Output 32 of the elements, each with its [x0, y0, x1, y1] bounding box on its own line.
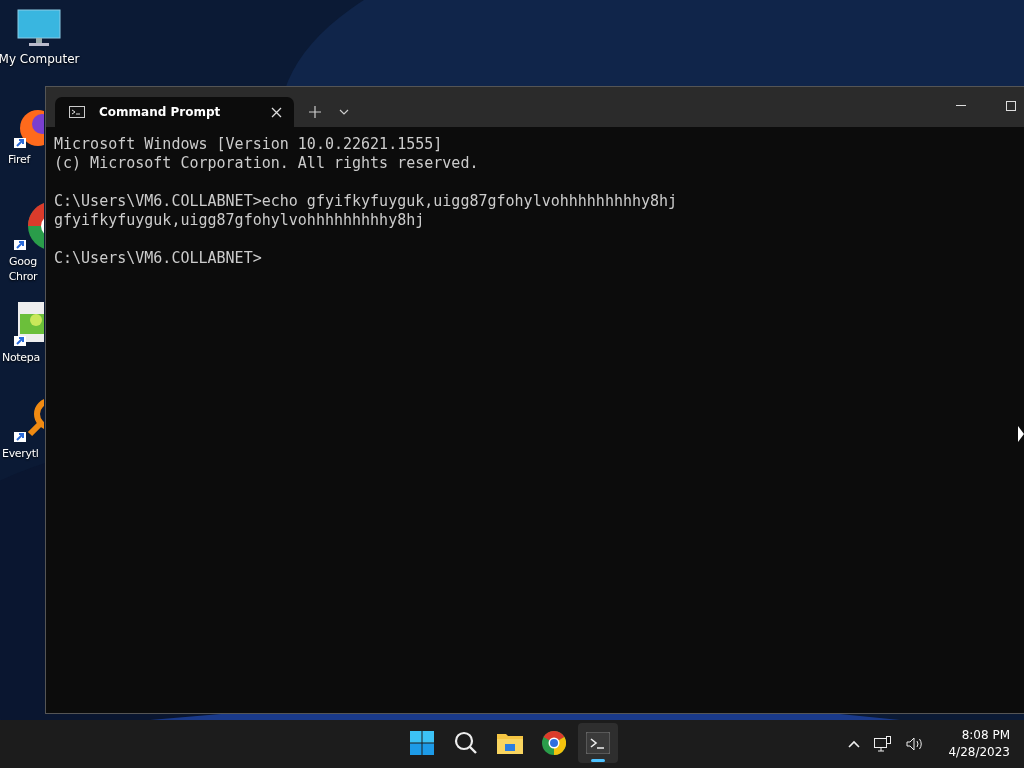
dropdown-icon[interactable]	[339, 109, 349, 115]
monitor-icon[interactable]	[16, 8, 62, 48]
maximize-icon[interactable]	[1006, 101, 1016, 111]
clock-date[interactable]: 4/28/2023	[948, 744, 1010, 761]
new-tab-icon[interactable]	[309, 106, 321, 118]
icon-label: Firef	[8, 152, 30, 167]
icon-label: Everytl	[2, 446, 39, 461]
taskbar-app-button[interactable]	[578, 723, 618, 763]
clock-time[interactable]: 8:08 PM	[961, 727, 1010, 744]
terminal-tab[interactable]: Command Prompt	[55, 97, 294, 127]
console-line: Microsoft Windows [Version 10.0.22621.1555]	[54, 135, 444, 154]
console-line: C:\Users\VM6.COLLABNET>	[54, 249, 263, 268]
console-line: (c) Microsoft Corporation. All rights reserved.	[54, 154, 480, 173]
minimize-icon[interactable]	[956, 105, 966, 107]
close-icon[interactable]	[271, 106, 282, 118]
icon-label: Notepa	[2, 350, 40, 365]
chevron-up-icon[interactable]	[848, 740, 861, 748]
console-line: C:\Users\VM6.COLLABNET>echo gfyifkyfuyguk,uigg87gfohylvohhhhhhhhhy8hj	[54, 192, 679, 211]
folder-icon	[497, 732, 523, 754]
icon-label: Goog Chror	[7, 254, 39, 284]
terminal-icon	[586, 732, 610, 754]
search-icon	[454, 731, 478, 755]
mouse-pointer-icon	[1018, 426, 1024, 442]
chrome-icon	[542, 731, 566, 755]
windows-logo-icon	[410, 731, 434, 755]
console-line: gfyifkyfuyguk,uigg87gfohylvohhhhhhhhhy8hj	[54, 211, 426, 230]
icon-label: My Computer	[0, 52, 80, 66]
volume-icon[interactable]	[906, 737, 925, 751]
network-icon[interactable]	[874, 736, 893, 752]
console-icon	[69, 106, 85, 118]
magnifier-icon[interactable]	[14, 396, 44, 442]
notepad-icon[interactable]	[14, 300, 44, 346]
